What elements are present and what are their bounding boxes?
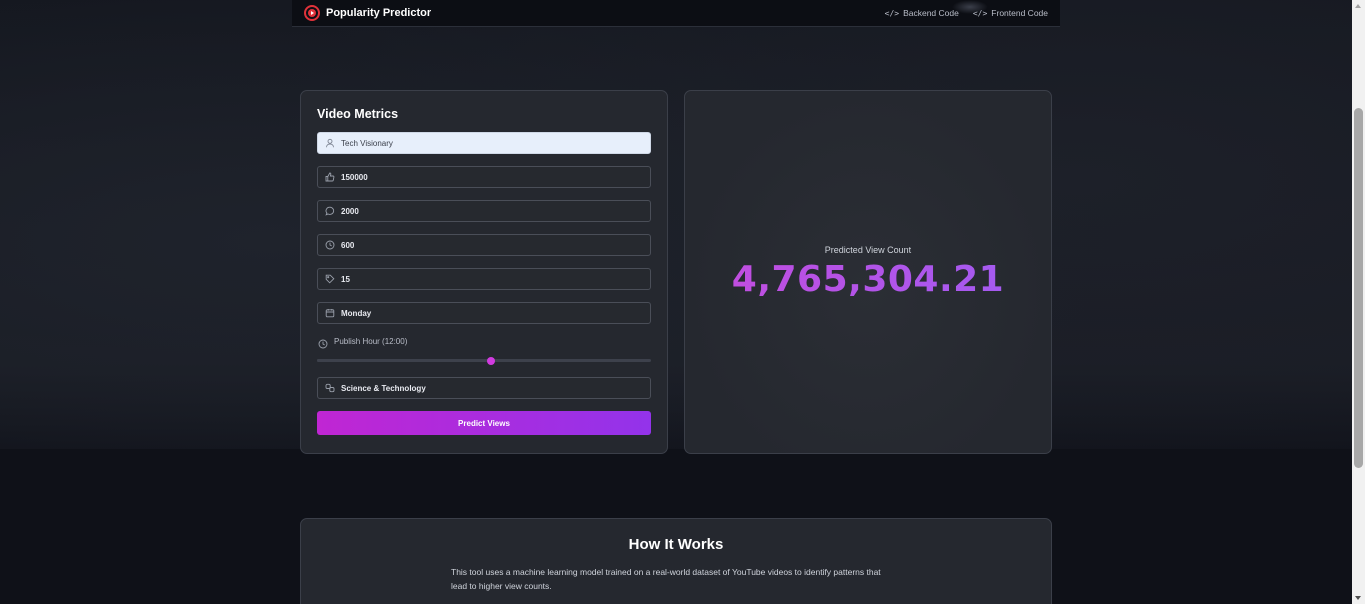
link-icon	[325, 383, 335, 393]
category-field[interactable]: Science & Technology	[317, 377, 651, 399]
user-icon	[325, 138, 335, 148]
page-scrollbar[interactable]	[1352, 0, 1365, 604]
tag-icon	[325, 274, 335, 284]
channel-field[interactable]: Tech Visionary	[317, 132, 651, 154]
app-name: Popularity Predictor	[326, 7, 432, 19]
likes-value: 150000	[341, 172, 368, 182]
duration-value: 600	[341, 240, 355, 250]
frontend-code-label: Frontend Code	[991, 8, 1048, 18]
predict-views-button[interactable]: Predict Views	[317, 411, 651, 435]
brand[interactable]: Popularity Predictor	[304, 5, 431, 21]
calendar-icon	[325, 308, 335, 318]
backend-code-label: Backend Code	[903, 8, 959, 18]
scroll-up-arrow-icon[interactable]	[1355, 4, 1361, 8]
channel-value: Tech Visionary	[341, 138, 393, 148]
how-it-works-panel: How It Works This tool uses a machine le…	[300, 518, 1052, 604]
navbar: Popularity Predictor </> Backend Code </…	[292, 0, 1060, 27]
publish-hour-slider-thumb[interactable]	[487, 356, 496, 365]
publish-day-field[interactable]: Monday	[317, 302, 651, 324]
comments-value: 2000	[341, 206, 359, 216]
thumbs-up-icon	[325, 172, 335, 182]
scroll-down-arrow-icon[interactable]	[1355, 596, 1361, 600]
publish-day-value: Monday	[341, 308, 372, 318]
prediction-result-panel: Predicted View Count 4,765,304.21	[684, 90, 1052, 454]
category-value: Science & Technology	[341, 383, 426, 393]
video-metrics-title: Video Metrics	[317, 107, 399, 121]
predicted-view-count-label: Predicted View Count	[824, 244, 912, 255]
duration-field[interactable]: 600	[317, 234, 651, 256]
message-circle-icon	[325, 206, 335, 216]
nav-glow	[952, 0, 988, 14]
backend-code-link[interactable]: </> Backend Code	[885, 8, 959, 18]
publish-hour-slider[interactable]	[317, 356, 651, 365]
code-icon: </>	[884, 8, 900, 18]
publish-hour-text: Publish Hour (12:00)	[334, 336, 408, 346]
how-it-works-text: This tool uses a machine learning model …	[451, 567, 881, 591]
publish-hour-slider-fill	[317, 359, 492, 362]
how-it-works-title: How It Works	[628, 536, 724, 553]
youtube-logo-icon	[304, 5, 320, 21]
clock-icon	[318, 336, 328, 349]
publish-hour-label: Publish Hour (12:00)	[318, 336, 651, 349]
predicted-view-count-value: 4,765,304.21	[731, 258, 1005, 300]
comments-field[interactable]: 2000	[317, 200, 651, 222]
likes-field[interactable]: 150000	[317, 166, 651, 188]
video-metrics-panel: Video Metrics Tech Visionary 150000 2000…	[300, 90, 668, 454]
tags-value: 15	[341, 274, 350, 284]
tags-field[interactable]: 15	[317, 268, 651, 290]
scrollbar-thumb[interactable]	[1354, 108, 1363, 468]
clock-icon	[325, 240, 335, 250]
